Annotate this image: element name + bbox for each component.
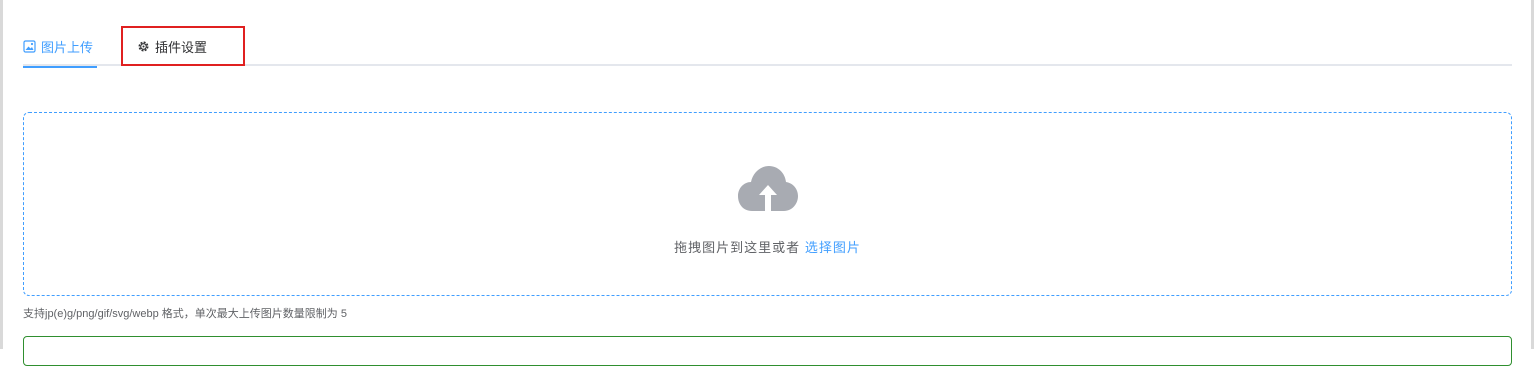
- image-upload-icon: [23, 39, 36, 53]
- tab-bar: 图片上传 插件设置: [23, 26, 1512, 68]
- tab-image-upload[interactable]: 图片上传: [23, 26, 97, 68]
- cloud-upload-icon: [738, 165, 798, 218]
- upload-dropzone[interactable]: 拖拽图片到这里或者 选择图片: [23, 112, 1512, 296]
- dropzone-instruction: 拖拽图片到这里或者 选择图片: [24, 237, 1511, 256]
- tab-label: 图片上传: [41, 39, 94, 55]
- upload-tip: 支持jp(e)g/png/gif/svg/webp 格式，单次最大上传图片数量限…: [23, 308, 347, 320]
- result-panel: [23, 336, 1512, 366]
- select-image-link[interactable]: 选择图片: [805, 240, 861, 255]
- selection-highlight-box: [121, 26, 245, 66]
- app-frame: 图片上传 插件设置 拖拽图片到这里或者 选择图片 支持jp(e)g/png/gi…: [0, 0, 1534, 366]
- dropzone-prompt: 拖拽图片到这里或者: [674, 240, 801, 255]
- tab-plugin-settings[interactable]: 插件设置: [121, 26, 245, 66]
